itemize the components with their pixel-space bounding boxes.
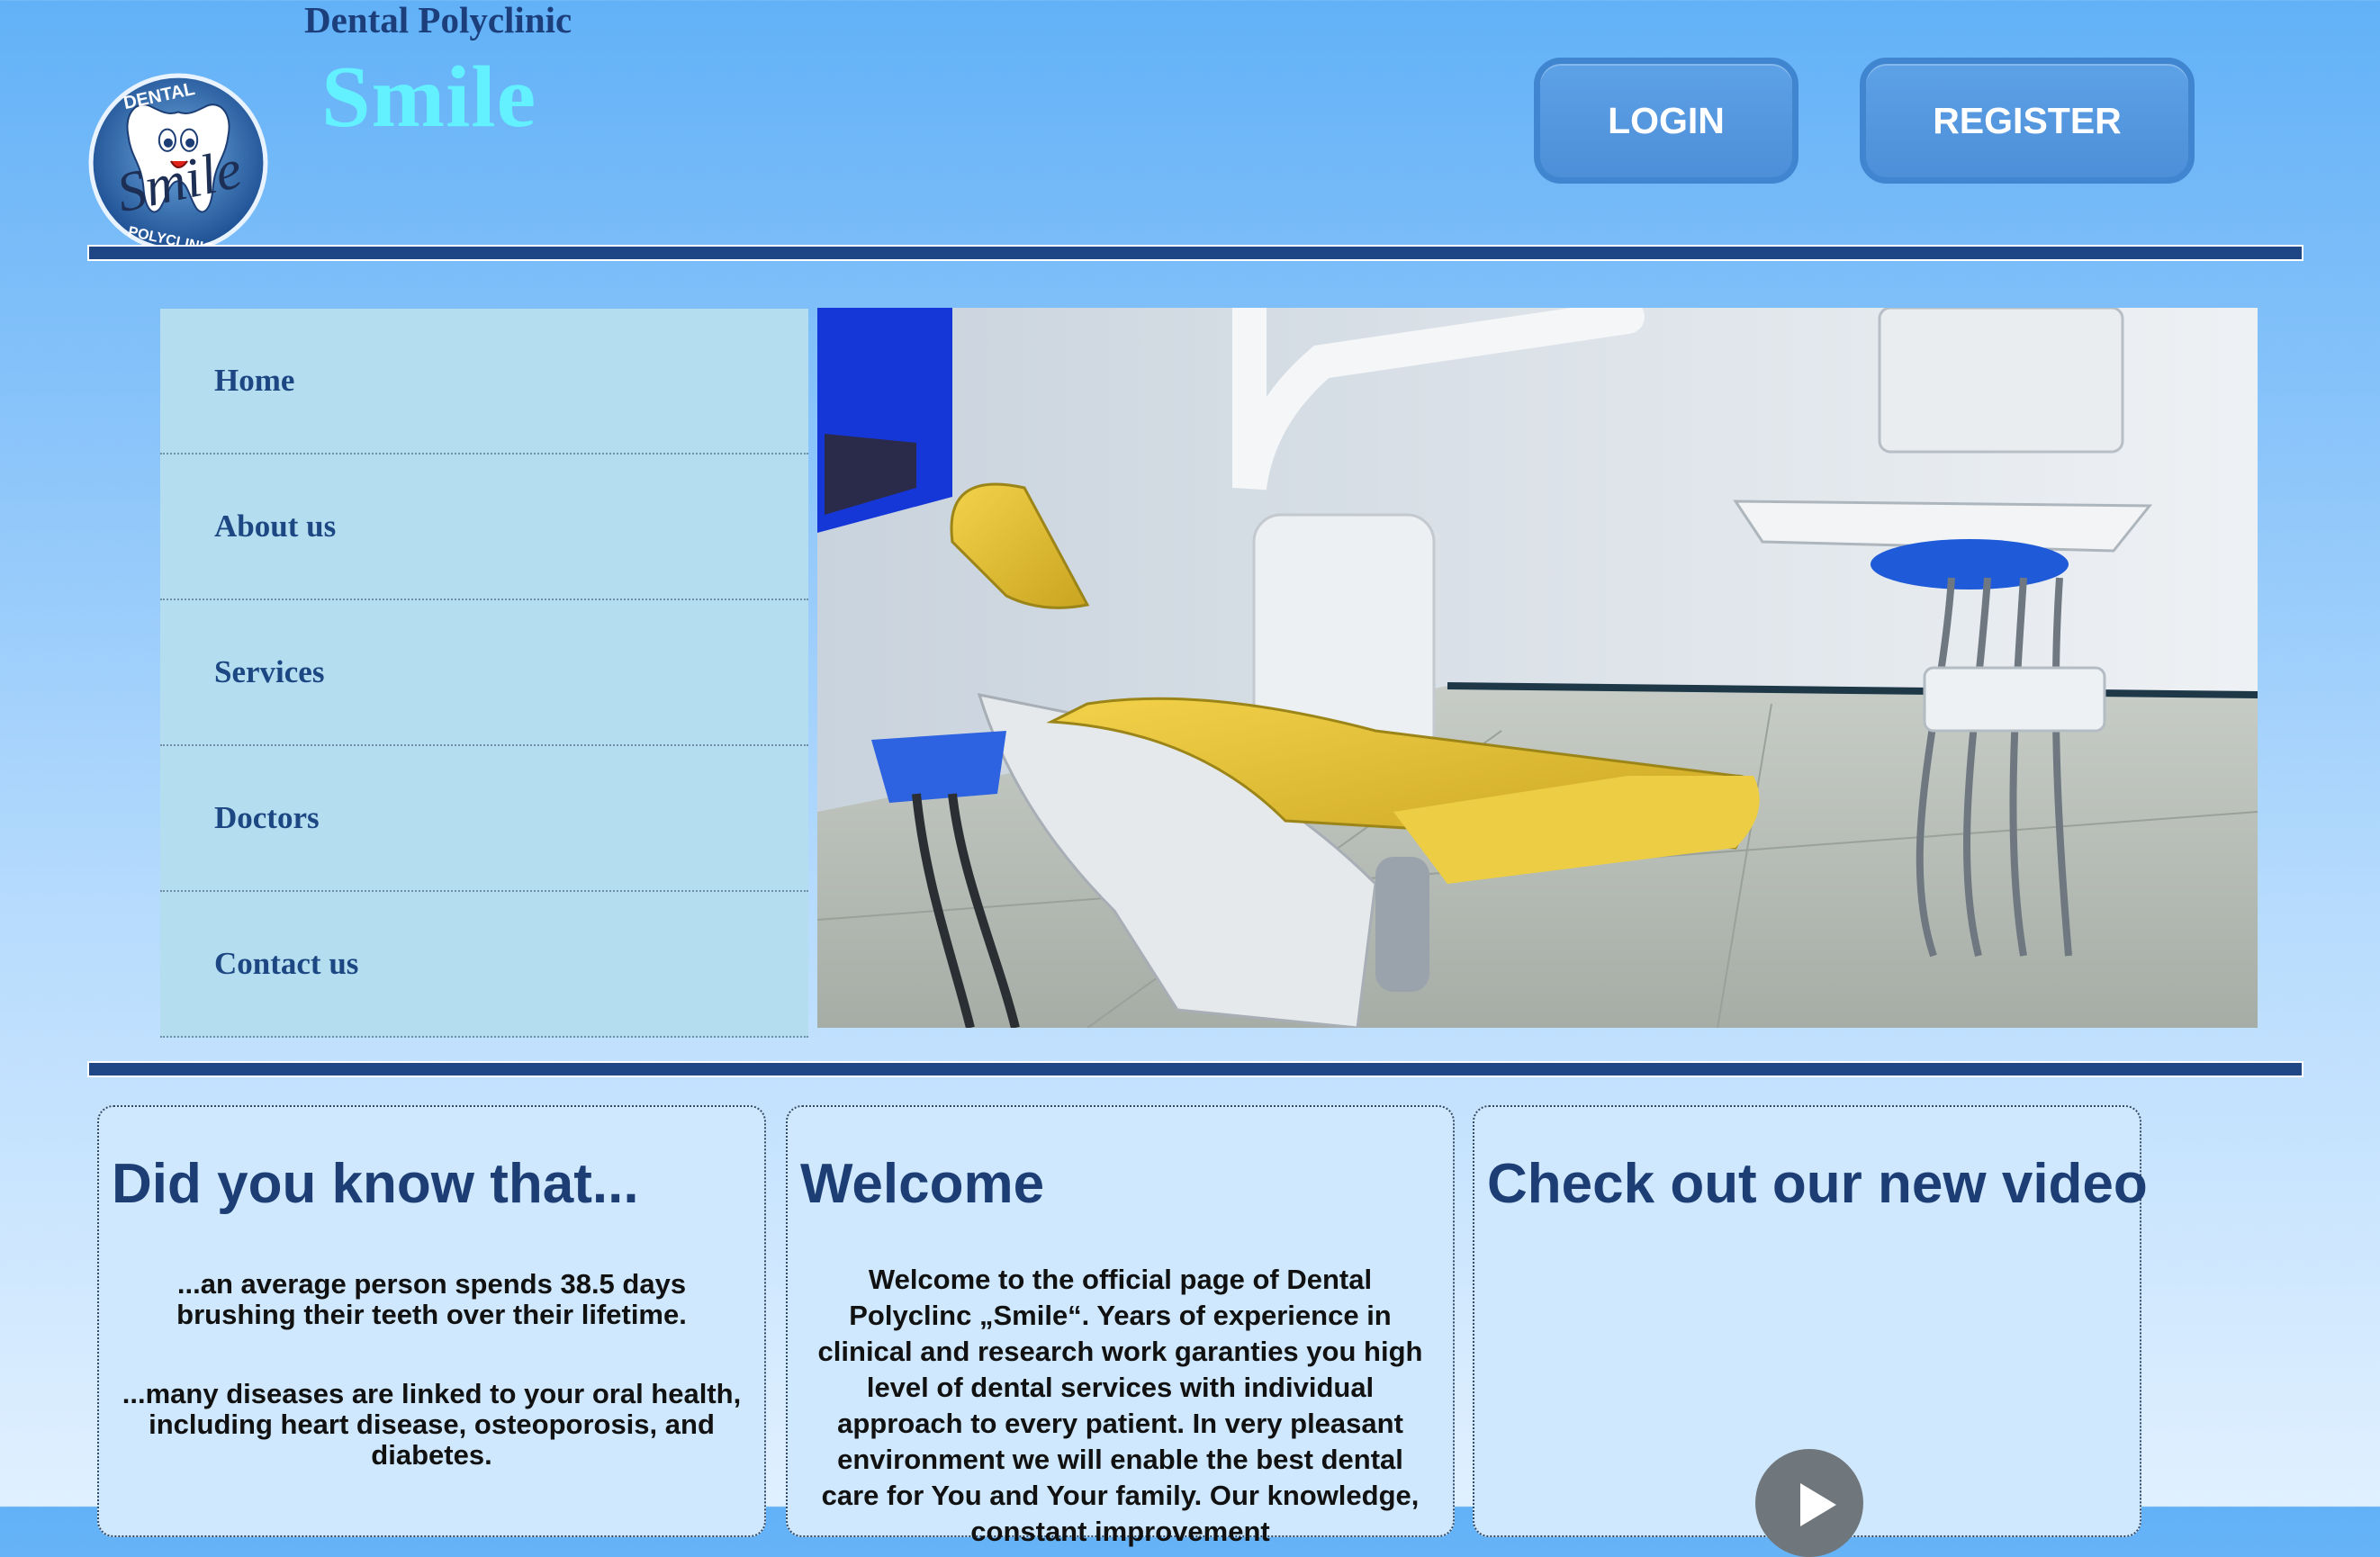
play-icon[interactable]	[1755, 1449, 1863, 1557]
fact-item: ...many diseases are linked to your oral…	[122, 1378, 742, 1471]
welcome-panel: Welcome Welcome to the official page of …	[786, 1105, 1455, 1547]
facts-title: Did you know that...	[112, 1153, 639, 1215]
nav-item-home[interactable]: Home	[160, 309, 808, 454]
header-divider	[87, 245, 2303, 261]
nav-item-about-us[interactable]: About us	[160, 454, 808, 600]
polyclinic-logo[interactable]: DENTAL Smile POLYCLINIC	[87, 72, 269, 254]
video-title: Check out our new video	[1487, 1153, 2148, 1215]
facts-panel: Did you know that... ...an average perso…	[97, 1105, 766, 1537]
welcome-title: Welcome	[800, 1153, 1045, 1215]
register-button[interactable]: REGISTER	[1860, 58, 2195, 184]
nav-item-contact-us[interactable]: Contact us	[160, 892, 808, 1038]
fact-item: ...an average person spends 38.5 days br…	[176, 1268, 687, 1330]
login-button[interactable]: LOGIN	[1534, 58, 1799, 184]
content-divider	[87, 1061, 2303, 1077]
hero-image-dental-chair	[817, 308, 2258, 1028]
nav-item-services[interactable]: Services	[160, 600, 808, 746]
brand-subtitle: Dental Polyclinic	[304, 0, 572, 40]
nav-item-doctors[interactable]: Doctors	[160, 746, 808, 892]
brand-title: Smile	[321, 49, 537, 146]
sidebar-nav: Home About us Services Doctors Contact u…	[160, 309, 808, 1038]
video-panel: Check out our new video	[1473, 1105, 2148, 1557]
welcome-text: Welcome to the official page of Dental P…	[817, 1264, 1423, 1547]
